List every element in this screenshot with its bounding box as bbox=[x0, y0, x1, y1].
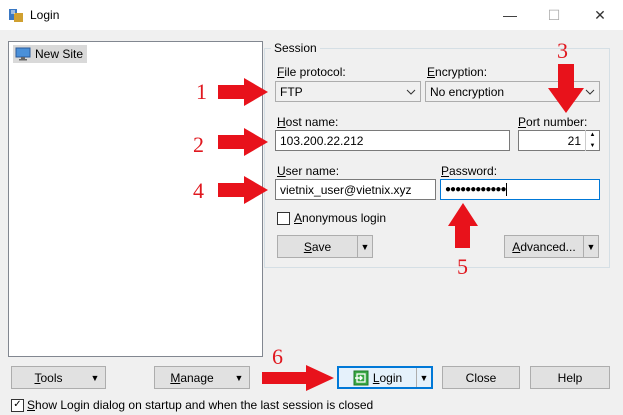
arrow-down-3 bbox=[548, 64, 584, 113]
arrow-right-1 bbox=[218, 78, 268, 106]
annotation-arrows bbox=[218, 64, 584, 391]
arrow-up-5 bbox=[448, 203, 478, 248]
arrow-right-4 bbox=[218, 176, 268, 204]
arrow-right-2 bbox=[218, 128, 268, 156]
arrow-right-6 bbox=[262, 365, 334, 391]
